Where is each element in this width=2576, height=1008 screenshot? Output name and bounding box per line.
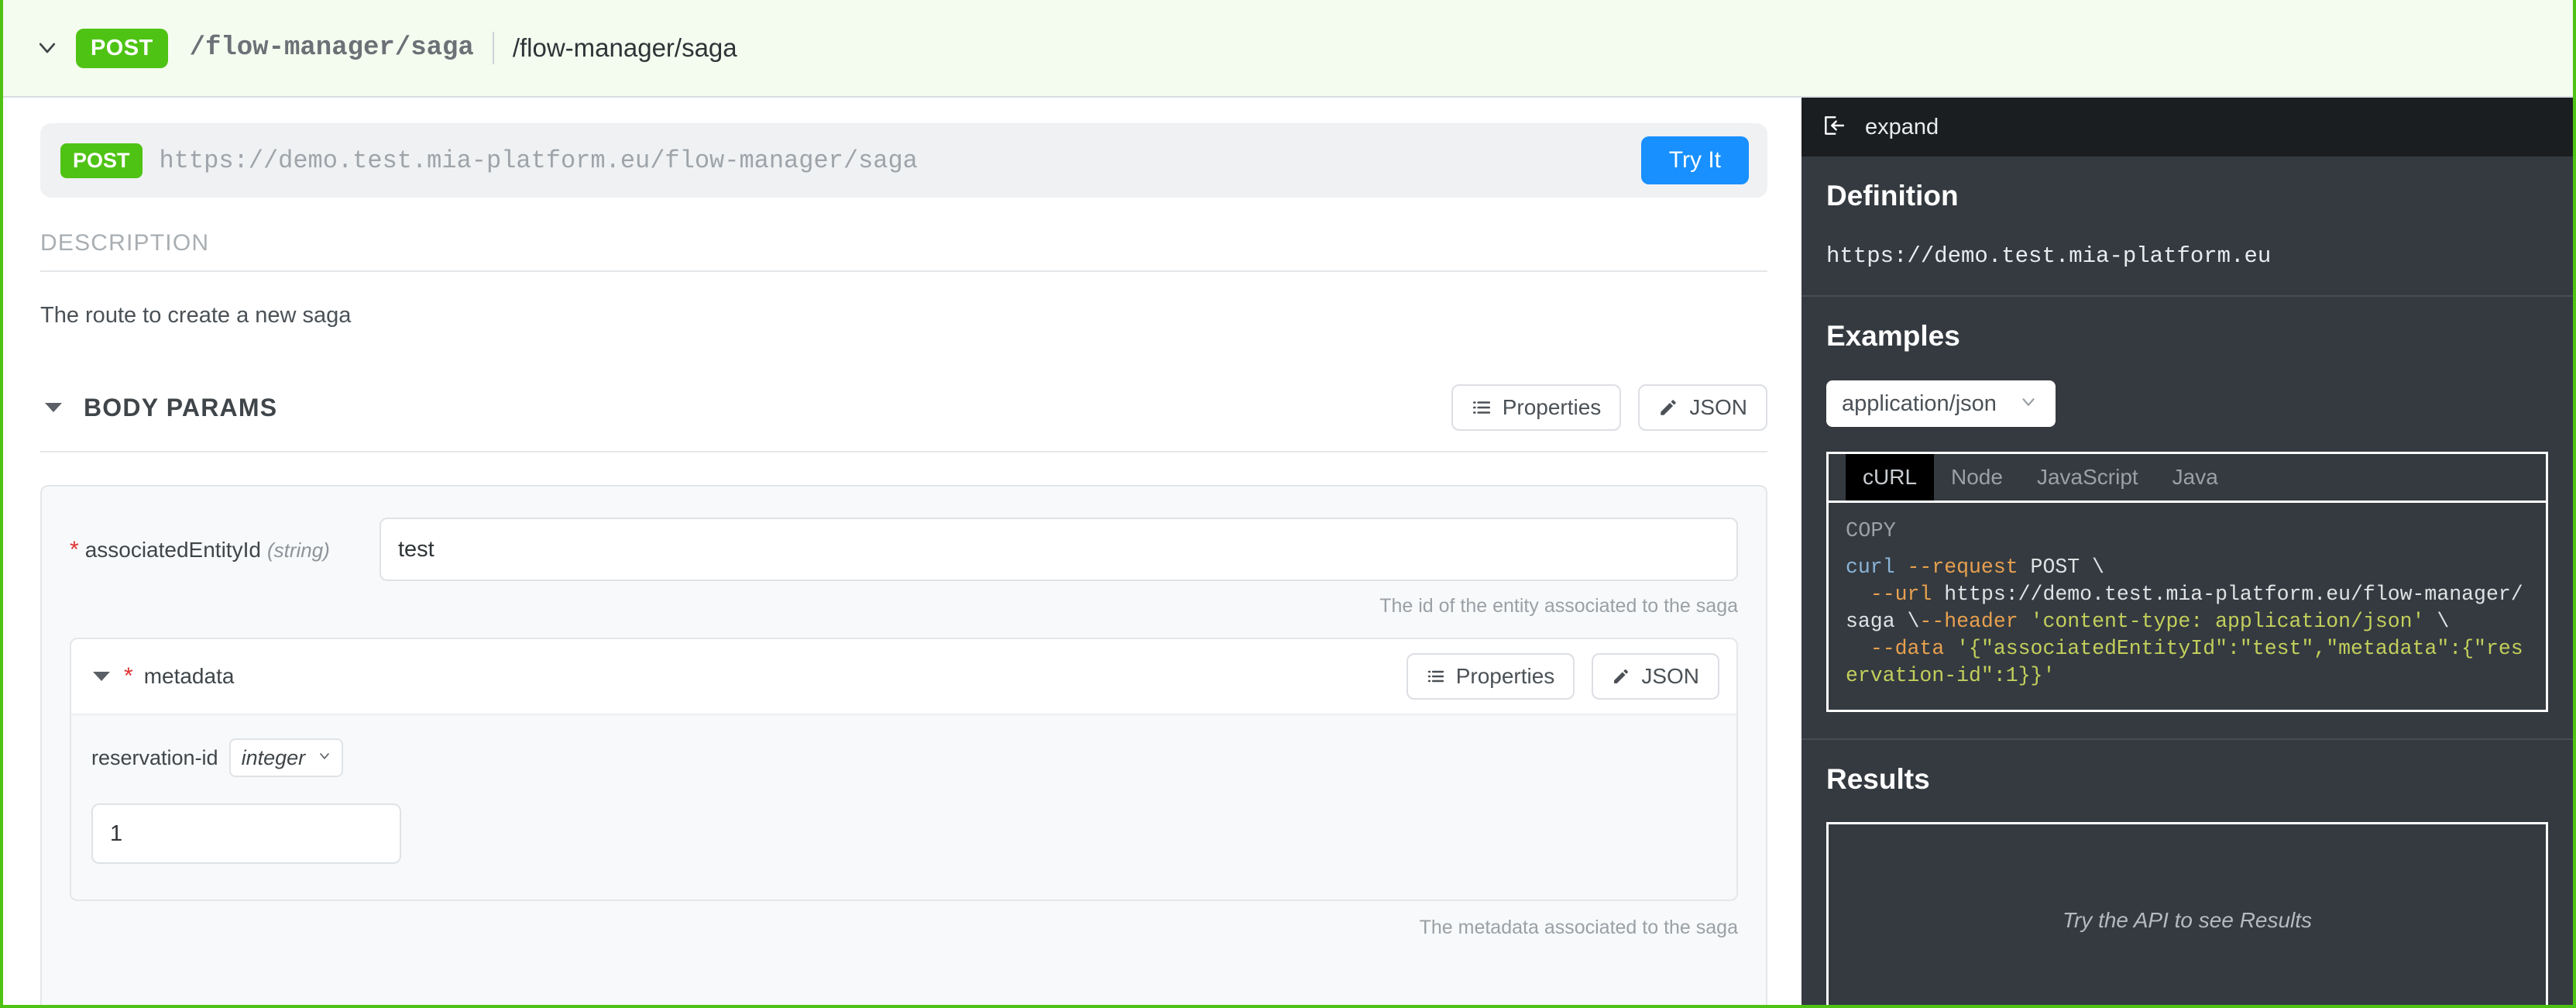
try-it-button[interactable]: Try It xyxy=(1640,136,1749,184)
properties-view-button[interactable]: Properties xyxy=(1451,384,1622,431)
triangle-down-icon[interactable] xyxy=(88,663,115,690)
code-sample-body: COPY curl --request POST \ --url https:/… xyxy=(1829,501,2546,710)
operation-summary: /flow-manager/saga xyxy=(512,33,737,62)
results-heading: Results xyxy=(1826,762,1930,795)
right-try-it-panel: expand Definition https://demo.test.mia-… xyxy=(1801,98,2573,1005)
description-text: The route to create a new saga xyxy=(40,303,352,328)
triangle-down-icon[interactable] xyxy=(40,394,67,421)
tab-node[interactable]: Node xyxy=(1934,454,2020,501)
properties-button-label: Properties xyxy=(1502,395,1602,419)
metadata-properties-button[interactable]: Properties xyxy=(1406,653,1575,700)
header-divider xyxy=(492,32,494,64)
definition-url: https://demo.test.mia-platform.eu xyxy=(1826,243,2272,269)
results-section: Results Try the API to see Results xyxy=(1801,740,2573,1005)
param-type: (string) xyxy=(266,538,330,562)
metadata-properties-label: Properties xyxy=(1455,664,1555,688)
request-url-text: https://demo.test.mia-platform.eu/flow-m… xyxy=(159,146,918,175)
metadata-key-label: reservation-id xyxy=(91,745,218,769)
language-tabs: cURL Node JavaScript Java xyxy=(1829,454,2546,501)
list-icon xyxy=(1472,397,1492,418)
expand-panel-button[interactable]: expand xyxy=(1801,98,2573,157)
metadata-name: metadata xyxy=(143,664,235,688)
examples-section: Examples application/json cURL Node Java… xyxy=(1801,297,2573,740)
metadata-object-block: * metadata Properties JSON reservation-i… xyxy=(70,638,1738,901)
metadata-hint: The metadata associated to the saga xyxy=(1419,917,1738,938)
param-name: associatedEntityId xyxy=(84,538,261,562)
results-box: Try the API to see Results xyxy=(1826,821,2548,1005)
pencil-icon xyxy=(1612,667,1630,686)
left-sections: DESCRIPTION The route to create a new sa… xyxy=(3,230,1801,452)
definition-section: Definition https://demo.test.mia-platfor… xyxy=(1801,157,2573,297)
content-area: POST https://demo.test.mia-platform.eu/f… xyxy=(3,98,2573,1005)
copy-button[interactable]: COPY xyxy=(1829,520,2546,554)
tab-curl[interactable]: cURL xyxy=(1846,454,1935,501)
expand-panel-icon xyxy=(1822,113,1846,142)
list-icon xyxy=(1427,667,1445,686)
metadata-entry-row: reservation-id integer xyxy=(91,738,1716,777)
tab-java[interactable]: Java xyxy=(2155,454,2235,501)
request-url-bar: POST https://demo.test.mia-platform.eu/f… xyxy=(40,123,1767,198)
associatedEntityId-hint: The id of the entity associated to the s… xyxy=(1379,595,1738,617)
definition-heading: Definition xyxy=(1826,180,1959,212)
json-view-button[interactable]: JSON xyxy=(1638,384,1767,431)
metadata-reservation-id-input[interactable] xyxy=(91,803,401,864)
metadata-object-body: reservation-id integer xyxy=(71,715,1736,900)
param-row-associatedEntityId: * associatedEntityId (string) xyxy=(70,518,1738,581)
mime-type-select-wrap: application/json xyxy=(1826,380,2056,427)
metadata-json-label: JSON xyxy=(1641,664,1699,688)
curl-code-block: curl --request POST \ --url https://demo… xyxy=(1846,556,2523,687)
left-documentation-column: POST https://demo.test.mia-platform.eu/f… xyxy=(3,98,1801,1005)
metadata-json-button[interactable]: JSON xyxy=(1592,653,1719,700)
http-method-badge: POST xyxy=(76,28,168,68)
metadata-type-select[interactable]: integer xyxy=(228,738,343,777)
operation-header: POST /flow-manager/saga /flow-manager/sa… xyxy=(3,0,2573,98)
url-method-badge: POST xyxy=(60,143,143,178)
expand-panel-label: expand xyxy=(1865,114,1939,139)
results-empty-text: Try the API to see Results xyxy=(2062,907,2313,932)
body-params-header: BODY PARAMS Properties JSON xyxy=(40,384,1767,452)
examples-heading: Examples xyxy=(1826,320,1960,352)
chevron-down-icon[interactable] xyxy=(29,30,65,66)
description-label: DESCRIPTION xyxy=(40,230,1767,272)
tab-javascript[interactable]: JavaScript xyxy=(2020,454,2155,501)
mime-type-select[interactable]: application/json xyxy=(1826,380,2056,427)
required-marker: * xyxy=(70,537,79,562)
body-params-title: BODY PARAMS xyxy=(84,393,278,421)
json-button-label: JSON xyxy=(1689,395,1747,419)
associatedEntityId-input[interactable] xyxy=(380,518,1738,581)
api-operation-page: POST /flow-manager/saga /flow-manager/sa… xyxy=(0,0,2576,1008)
metadata-type-select-wrap: integer xyxy=(228,738,343,777)
param-label-associatedEntityId: * associatedEntityId (string) xyxy=(70,518,380,562)
body-params-card: * associatedEntityId (string) The id of … xyxy=(40,485,1767,1005)
operation-path: /flow-manager/saga xyxy=(189,33,474,63)
metadata-object-header: * metadata Properties JSON xyxy=(71,639,1736,715)
required-marker: * xyxy=(124,663,133,689)
code-sample-frame: cURL Node JavaScript Java COPY curl --re… xyxy=(1826,452,2548,712)
pencil-icon xyxy=(1658,397,1678,418)
